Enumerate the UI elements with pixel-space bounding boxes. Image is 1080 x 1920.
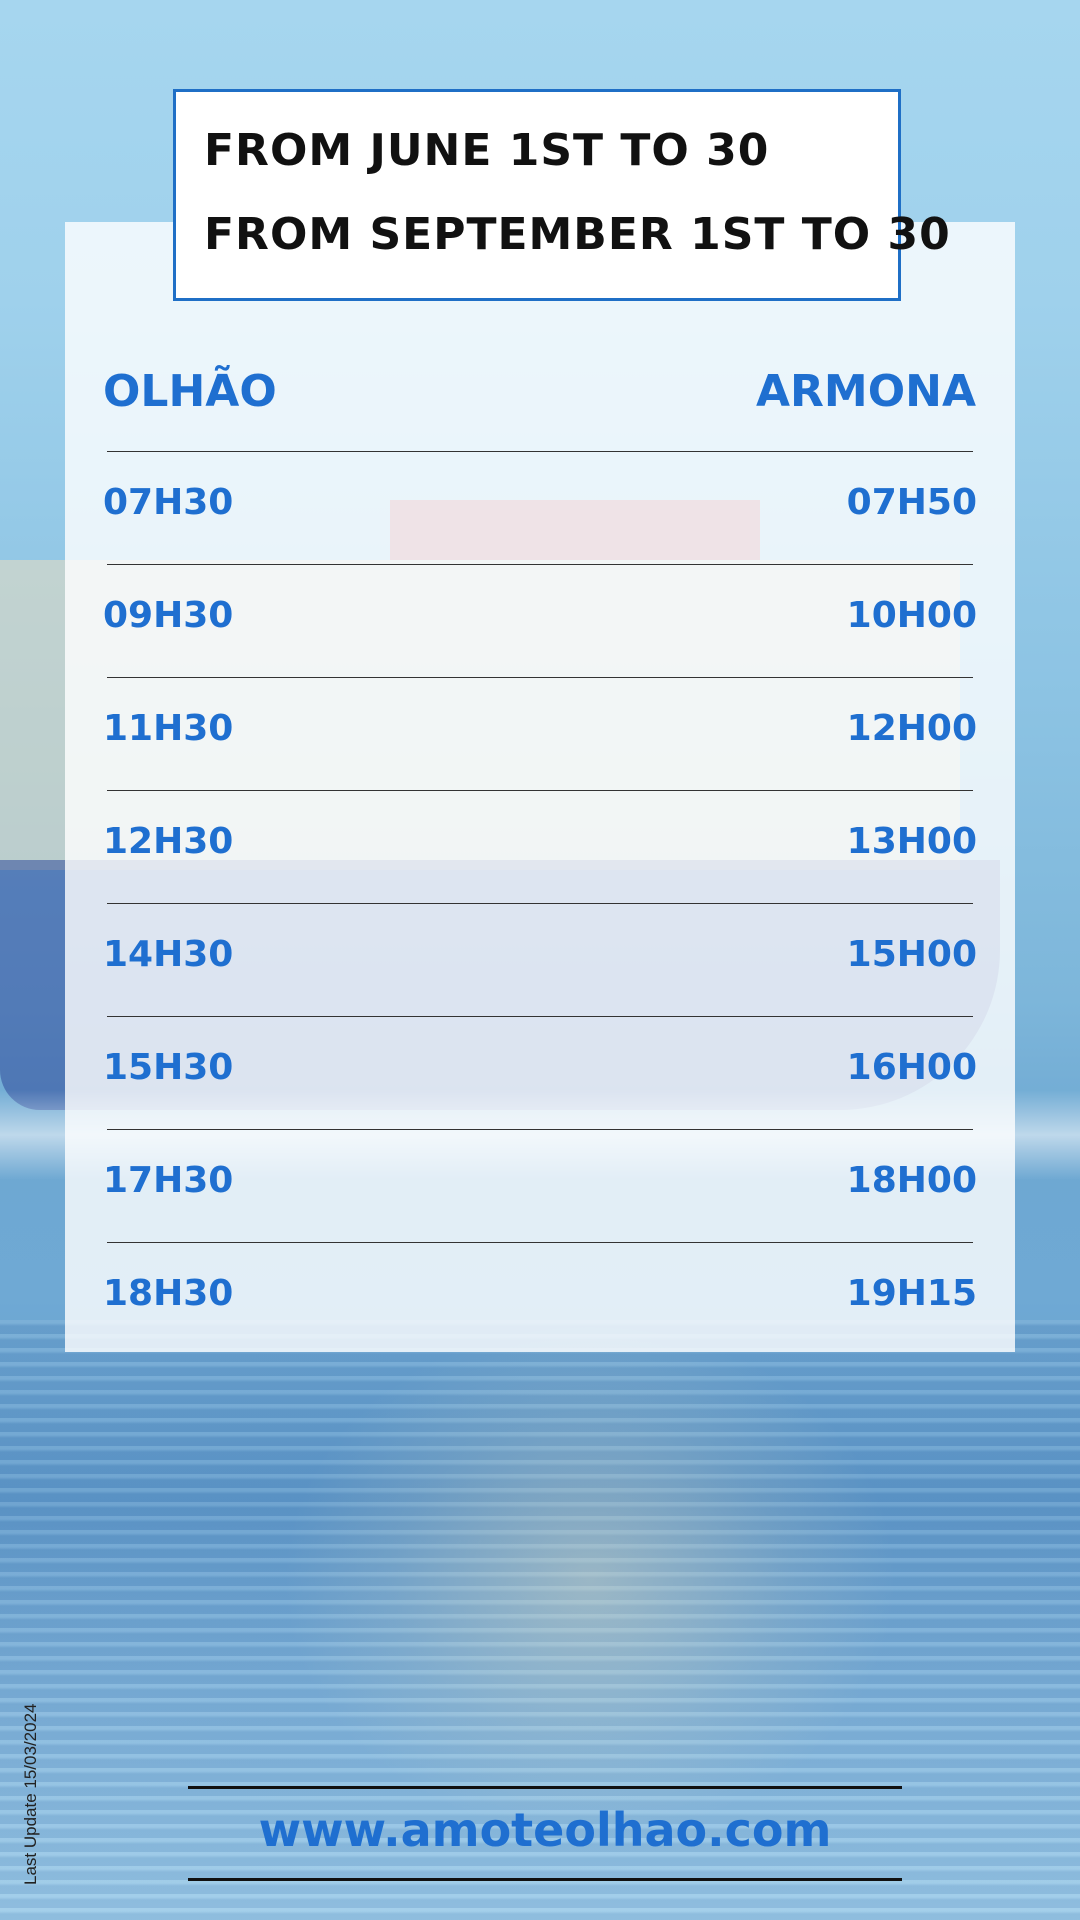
- departure-armona: 15H00: [846, 934, 977, 975]
- column-header-olhao: OLHÃO: [103, 366, 277, 417]
- schedule-row: 15H30 16H00: [103, 1047, 977, 1107]
- row-divider: [107, 1129, 973, 1130]
- date-range-box: FROM JUNE 1ST TO 30 FROM SEPTEMBER 1ST T…: [173, 89, 950, 301]
- schedule-row: 09H30 10H00: [103, 595, 977, 655]
- departure-armona: 10H00: [846, 595, 977, 636]
- departure-olhao: 15H30: [103, 1047, 234, 1088]
- departure-armona: 07H50: [846, 482, 977, 523]
- departure-olhao: 12H30: [103, 821, 234, 862]
- water-reflection: [280, 1320, 900, 1840]
- row-divider: [107, 903, 973, 904]
- date-range-line-1: FROM JUNE 1ST TO 30: [204, 125, 770, 176]
- row-divider: [107, 1242, 973, 1243]
- row-divider: [107, 790, 973, 791]
- departure-olhao: 17H30: [103, 1160, 234, 1201]
- row-divider: [107, 564, 973, 565]
- departure-armona: 18H00: [846, 1160, 977, 1201]
- departure-olhao: 14H30: [103, 934, 234, 975]
- schedule-row: 11H30 12H00: [103, 708, 977, 768]
- departure-olhao: 09H30: [103, 595, 234, 636]
- footer-divider-bottom: [188, 1878, 902, 1881]
- departure-armona: 12H00: [846, 708, 977, 749]
- row-divider: [107, 1016, 973, 1017]
- website-link[interactable]: www.amoteolhao.com: [188, 1803, 902, 1857]
- departure-armona: 19H15: [846, 1273, 977, 1314]
- schedule-row: 12H30 13H00: [103, 821, 977, 881]
- column-header-armona: ARMONA: [756, 366, 976, 417]
- departure-armona: 16H00: [846, 1047, 977, 1088]
- schedule-row: 14H30 15H00: [103, 934, 977, 994]
- departure-olhao: 07H30: [103, 482, 234, 523]
- row-divider: [107, 451, 973, 452]
- departure-armona: 13H00: [846, 821, 977, 862]
- footer-divider-top: [188, 1786, 902, 1789]
- schedule-row: 18H30 19H15: [103, 1273, 977, 1333]
- date-range-line-2: FROM SEPTEMBER 1ST TO 30: [204, 209, 951, 260]
- departure-olhao: 18H30: [103, 1273, 234, 1314]
- departure-olhao: 11H30: [103, 708, 234, 749]
- schedule-row: 17H30 18H00: [103, 1160, 977, 1220]
- schedule-row: 07H30 07H50: [103, 482, 977, 542]
- row-divider: [107, 677, 973, 678]
- last-update-note: Last Update 15/03/2024: [21, 1703, 40, 1885]
